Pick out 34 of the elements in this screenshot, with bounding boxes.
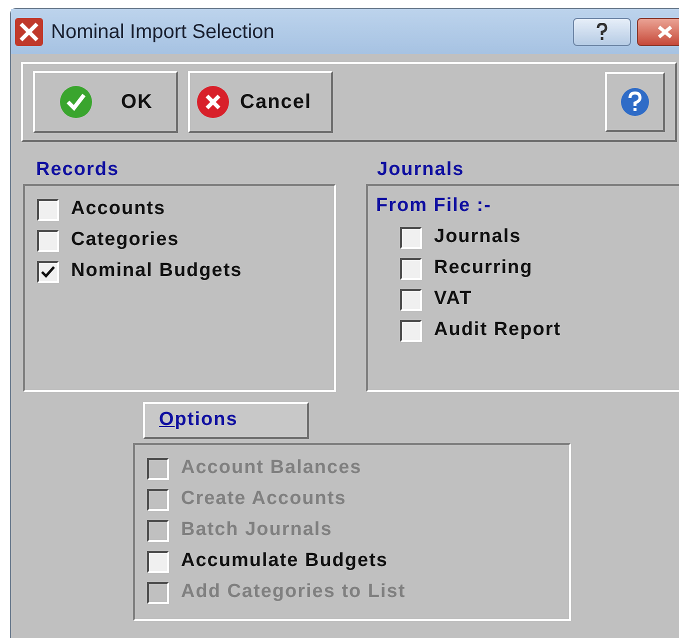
checkbox-label: Categories [71, 228, 180, 252]
checkbox[interactable] [400, 320, 422, 342]
checkbox-label: Add Categories to List [181, 580, 406, 604]
section-title: Records [35, 158, 120, 182]
options-button[interactable]: Options [143, 402, 309, 439]
checkbox-label: Accumulate Budgets [181, 549, 388, 574]
checkbox-label: Account Balances [181, 456, 362, 480]
checkbox-label: Batch Journals [181, 518, 332, 542]
help-icon [620, 87, 650, 117]
checkbox[interactable] [400, 258, 422, 280]
section-title: Journals [376, 158, 466, 182]
close-icon [656, 24, 674, 38]
cross-icon [196, 85, 230, 119]
checkbox[interactable] [400, 288, 422, 310]
checkbox-label: Nominal Budgets [71, 259, 242, 284]
cancel-button[interactable]: Cancel [188, 71, 333, 133]
checkbox[interactable] [147, 550, 169, 572]
checkbox[interactable] [37, 260, 59, 282]
checkbox-label: Journals [434, 225, 522, 250]
check-icon [59, 85, 93, 119]
checkmark-icon [41, 266, 55, 278]
checkbox-label: Audit Report [434, 318, 562, 342]
window-title: Nominal Import Selection [51, 20, 274, 44]
help-button[interactable] [573, 18, 631, 46]
checkbox[interactable] [400, 226, 422, 248]
checkbox[interactable] [37, 198, 59, 220]
checkbox-label: Accounts [71, 197, 166, 222]
checkbox[interactable] [37, 230, 59, 252]
ok-button[interactable]: OK [33, 71, 178, 133]
checkbox-label: Recurring [434, 256, 533, 280]
question-icon [596, 22, 608, 40]
checkbox-label: Create Accounts [181, 487, 346, 512]
panel-subtitle: From File :- [376, 194, 492, 218]
checkbox-label: VAT [434, 287, 472, 312]
